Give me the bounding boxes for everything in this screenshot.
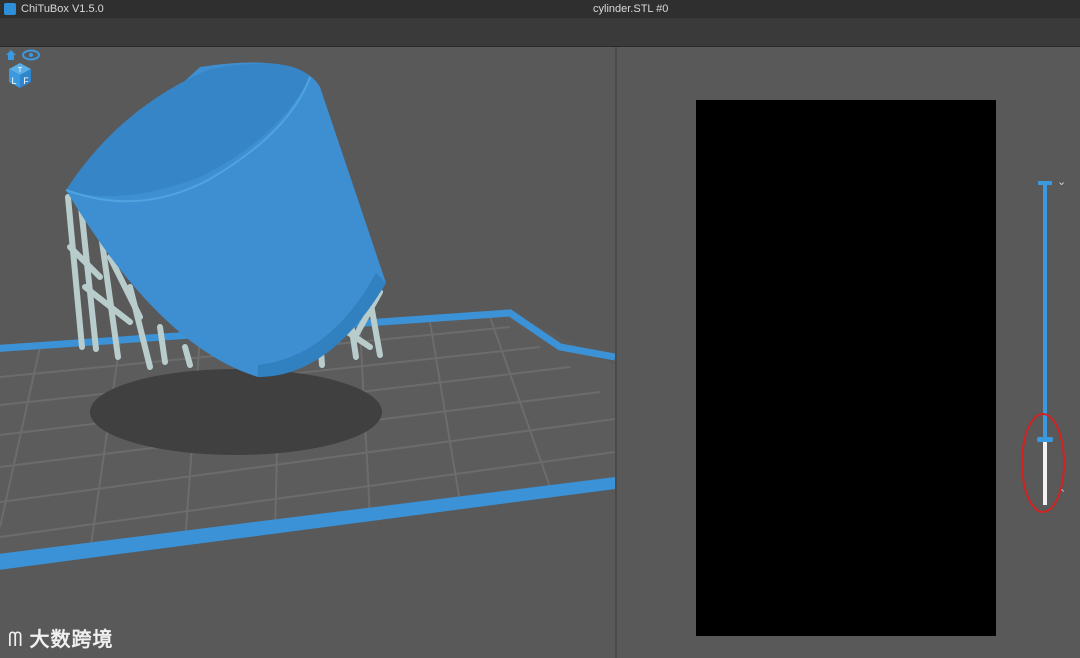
view-cube-top-label: T xyxy=(18,67,23,74)
title-bar: ChiTuBox V1.5.0 cylinder.STL #0 xyxy=(0,0,1080,18)
layer-slider[interactable]: ⌄ ⌃ xyxy=(1021,177,1080,517)
model-shadow xyxy=(90,369,382,455)
scene-svg[interactable] xyxy=(0,47,615,658)
slider-track[interactable] xyxy=(1043,183,1047,441)
watermark-logo-icon: ᗰ xyxy=(8,627,24,651)
toolbar xyxy=(0,18,1080,47)
slice-preview-panel: ⌄ ⌃ xyxy=(617,47,1080,658)
app-logo-icon xyxy=(4,3,16,15)
view-cube-front-label: F xyxy=(23,76,29,86)
window-title: cylinder.STL #0 xyxy=(593,3,669,15)
chevron-down-icon[interactable]: ⌄ xyxy=(1057,177,1066,188)
3d-viewport[interactable]: T L F xyxy=(0,47,615,658)
view-cube-left-label: L xyxy=(11,76,16,86)
layer-preview-canvas xyxy=(696,100,996,636)
eye-icon[interactable] xyxy=(22,49,40,61)
watermark-text: 大数跨境 xyxy=(29,627,114,651)
watermark: ᗰ 大数跨境 xyxy=(8,623,113,652)
home-icon[interactable] xyxy=(6,50,16,60)
app-name: ChiTuBox V1.5.0 xyxy=(21,3,104,15)
view-cube[interactable]: T L F xyxy=(0,47,42,89)
annotation-highlight-circle xyxy=(1021,413,1065,513)
